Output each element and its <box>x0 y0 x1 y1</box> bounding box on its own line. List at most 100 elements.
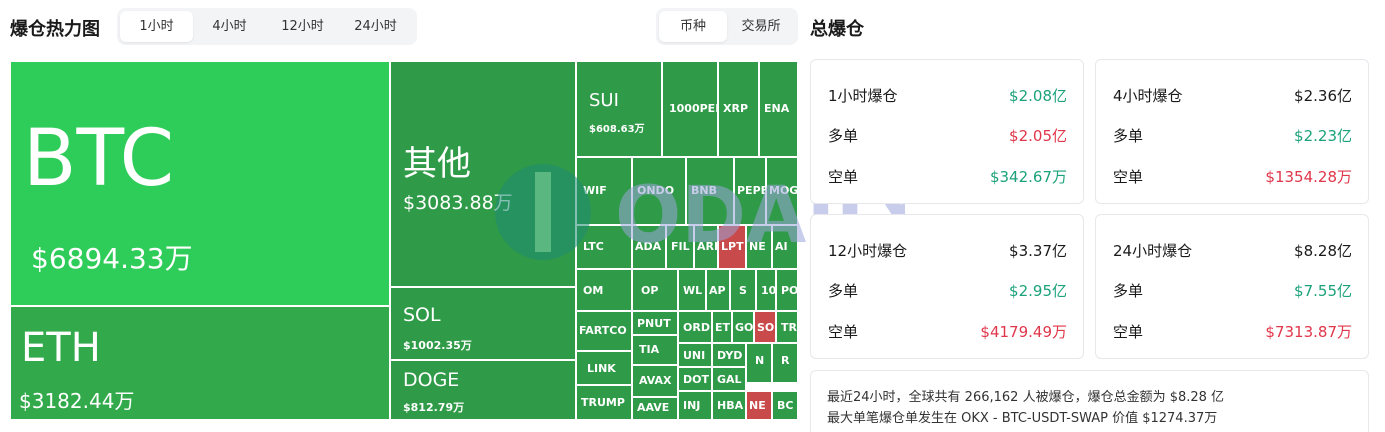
treemap-tile[interactable]: BC <box>772 391 798 420</box>
summary-row-head: 4小时爆仓 $2.36亿 <box>1113 85 1352 105</box>
treemap-tile[interactable]: PNUT <box>632 311 678 335</box>
treemap-tile[interactable]: S <box>730 269 756 311</box>
treemap-tile[interactable]: TR <box>776 311 798 343</box>
tile-symbol: OM <box>583 284 604 297</box>
treemap-tile[interactable]: FARTCO <box>576 311 632 351</box>
tile-symbol: PNUT <box>637 317 671 330</box>
tile-symbol: 其他 <box>403 144 471 184</box>
treemap-tile[interactable]: INJ <box>678 391 712 420</box>
treemap-tile[interactable]: ADA <box>632 225 666 269</box>
summary-row-short: 空单 $7313.87万 <box>1113 321 1352 341</box>
summary-value: $2.95亿 <box>1009 282 1067 300</box>
summary-row-short: 空单 $1354.28万 <box>1113 166 1352 186</box>
heatmap-title: 爆仓热力图 <box>10 19 100 40</box>
summary-label: 空单 <box>1113 323 1144 341</box>
summary-row-short: 空单 $342.67万 <box>828 166 1067 186</box>
summary-row-head: 24小时爆仓 $8.28亿 <box>1113 240 1352 260</box>
tile-symbol: TRUMP <box>581 396 625 409</box>
tile-symbol: 10 <box>761 284 776 297</box>
tile-symbol: DOGE <box>403 369 460 391</box>
treemap-tile[interactable]: MOG <box>766 157 798 225</box>
treemap-tile[interactable]: NE <box>746 225 772 269</box>
tile-amount: $3182.44万 <box>19 389 135 413</box>
treemap-tile[interactable]: PO <box>776 269 798 311</box>
treemap-tile[interactable]: DYD <box>712 343 746 367</box>
liquidation-summary-card: 24小时爆仓 $8.28亿 多单 $7.55亿 空单 $7313.87万 <box>1095 214 1369 359</box>
summary-value: $4179.49万 <box>980 323 1067 341</box>
treemap-tile[interactable]: 其他 $3083.88万 <box>390 61 576 287</box>
treemap-tile[interactable]: GO <box>732 311 754 343</box>
tab-4h[interactable]: 4小时 <box>193 11 266 42</box>
treemap-tile[interactable]: 10 <box>756 269 776 311</box>
treemap-tile[interactable]: LTC <box>576 225 632 269</box>
treemap-tile[interactable]: WL <box>678 269 706 311</box>
treemap-tile[interactable]: AAVE <box>632 397 678 420</box>
tile-symbol: S <box>739 284 747 297</box>
liquidation-treemap: BTC $6894.33万 ETH $3182.44万 其他 $3083.88万 SOL $1… <box>10 61 798 420</box>
tile-symbol: ADA <box>635 240 662 253</box>
treemap-tile[interactable]: TIA <box>632 335 678 365</box>
summary-row-head: 1小时爆仓 $2.08亿 <box>828 85 1067 105</box>
treemap-tile[interactable]: LPT <box>718 225 746 269</box>
treemap-tile[interactable]: ARI <box>694 225 718 269</box>
treemap-tile[interactable]: UNI <box>678 343 712 367</box>
tile-symbol: DOT <box>683 373 709 386</box>
treemap-tile[interactable]: OM <box>576 269 632 311</box>
treemap-tile[interactable]: FIL <box>666 225 694 269</box>
tile-symbol: DYD <box>717 349 743 362</box>
tab-by-coin[interactable]: 币种 <box>659 11 727 42</box>
summary-row-long: 多单 $2.23亿 <box>1113 125 1352 145</box>
treemap-tile[interactable]: ENA <box>759 61 798 157</box>
treemap-tile[interactable]: ETH $3182.44万 <box>10 306 390 420</box>
treemap-tile[interactable]: SOL $1002.35万 <box>390 287 576 360</box>
treemap-tile[interactable]: TRUMP <box>576 385 632 420</box>
tab-1h[interactable]: 1小时 <box>120 11 193 42</box>
treemap-tile[interactable]: OP <box>632 269 678 311</box>
treemap-tile[interactable]: SUI $608.63万 <box>576 61 662 157</box>
tile-symbol: UNI <box>683 349 706 362</box>
tile-symbol: GAL <box>717 373 742 386</box>
treemap-tile[interactable]: BNB <box>686 157 734 225</box>
treemap-tile[interactable]: N <box>746 343 772 383</box>
treemap-tile[interactable]: AVAX <box>632 365 678 397</box>
tile-symbol: BC <box>777 399 794 412</box>
treemap-tile[interactable]: BTC $6894.33万 <box>10 61 390 306</box>
treemap-tile[interactable]: ET <box>712 311 732 343</box>
summary-row-short: 空单 $4179.49万 <box>828 321 1067 341</box>
tile-symbol: WL <box>683 284 703 297</box>
tile-symbol: PO <box>781 284 798 297</box>
summary-label: 24小时爆仓 <box>1113 242 1193 260</box>
treemap-tile[interactable]: SO <box>754 311 776 343</box>
tile-symbol: R <box>781 354 790 367</box>
tab-by-exchange[interactable]: 交易所 <box>727 11 795 42</box>
treemap-tile[interactable]: WIF <box>576 157 632 225</box>
treemap-tile[interactable]: R <box>772 343 798 383</box>
tile-symbol: LINK <box>587 362 616 375</box>
summary-value: $342.67万 <box>989 168 1067 186</box>
treemap-tile[interactable]: ONDO <box>632 157 686 225</box>
treemap-tile[interactable]: AI <box>772 225 798 269</box>
tile-symbol: INJ <box>683 399 701 412</box>
treemap-tile[interactable]: ORD <box>678 311 712 343</box>
summary-label: 空单 <box>1113 168 1144 186</box>
tile-symbol: AAVE <box>637 401 670 414</box>
tab-12h[interactable]: 12小时 <box>266 11 339 42</box>
summary-label: 1小时爆仓 <box>828 87 898 105</box>
treemap-tile[interactable]: AP <box>706 269 730 311</box>
treemap-tile[interactable]: HBA <box>712 391 746 420</box>
treemap-tile[interactable]: XRP <box>718 61 759 157</box>
treemap-tile[interactable]: LINK <box>576 351 632 385</box>
treemap-tile[interactable]: PEPE <box>734 157 766 225</box>
summary-row-long: 多单 $7.55亿 <box>1113 280 1352 300</box>
tile-symbol: SO <box>757 321 775 334</box>
treemap-tile[interactable]: GAL <box>712 367 746 391</box>
treemap-tile[interactable]: 1000PEF <box>662 61 718 157</box>
treemap-tile[interactable]: DOT <box>678 367 712 391</box>
tile-symbol: TIA <box>639 343 660 356</box>
summary-label: 多单 <box>1113 127 1144 145</box>
summary-label: 多单 <box>828 282 859 300</box>
tile-symbol: AI <box>775 240 788 253</box>
treemap-tile[interactable]: DOGE $812.79万 <box>390 360 576 420</box>
tab-24h[interactable]: 24小时 <box>339 11 412 42</box>
treemap-tile[interactable]: NE <box>746 391 772 420</box>
